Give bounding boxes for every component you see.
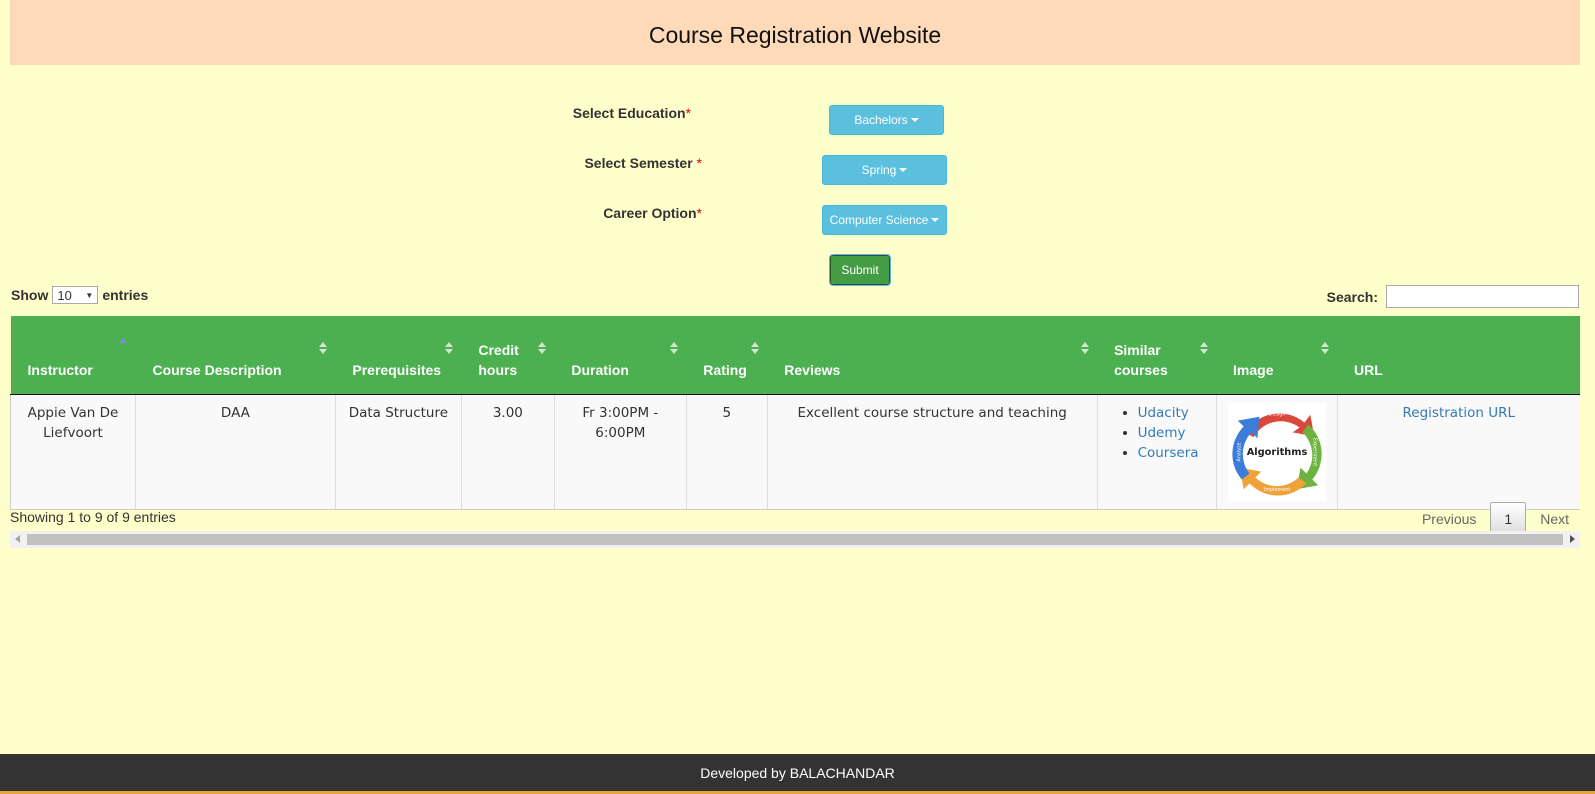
column-header-similar-courses[interactable]: Similar courses	[1097, 316, 1217, 395]
cell-credit-hours: 3.00	[460, 394, 555, 510]
table-row: Appie Van De Liefvoort DAA Data Structur…	[10, 394, 1580, 510]
similar-courses-list: Udacity Udemy Coursera	[1106, 403, 1208, 463]
column-header-label: Similar courses	[1114, 342, 1168, 378]
semester-dropdown[interactable]: Spring	[822, 155, 947, 185]
horizontal-scrollbar[interactable]	[10, 531, 1580, 548]
sort-icon	[445, 342, 454, 354]
page-footer: Developed by BALACHANDAR	[0, 754, 1595, 794]
scroll-right-arrow-icon[interactable]	[1570, 535, 1575, 543]
cell-prerequisites: Data Structure	[334, 394, 462, 510]
entries-length-control: Show 10 ▼ entries	[11, 286, 148, 304]
scrollbar-thumb[interactable]	[27, 534, 1563, 545]
image-center-text: Algorithms	[1246, 447, 1307, 458]
column-header-label: Image	[1233, 362, 1274, 378]
sort-icon	[751, 342, 760, 354]
list-item: Coursera	[1138, 443, 1208, 463]
semester-label: Select Semester *	[560, 155, 702, 171]
select-arrow-icon: ▼	[85, 290, 94, 300]
entries-select-value: 10	[57, 287, 72, 303]
caret-down-icon	[899, 168, 908, 172]
required-marker: *	[696, 155, 702, 171]
column-header-label: Credit hours	[478, 342, 519, 378]
column-header-duration[interactable]: Duration	[554, 316, 687, 395]
page-title: Course Registration Website	[648, 22, 942, 48]
column-header-label: Reviews	[784, 362, 841, 378]
semester-label-text: Select Semester	[584, 155, 697, 171]
column-header-reviews[interactable]: Reviews	[767, 316, 1098, 395]
cell-url: Registration URL	[1336, 394, 1580, 510]
sort-icon	[119, 338, 128, 343]
registration-url-link[interactable]: Registration URL	[1403, 405, 1515, 421]
cell-course-description: DAA	[134, 394, 336, 510]
career-label: Career Option*	[560, 205, 702, 221]
table-header-row: Instructor Course Description Prerequisi…	[10, 316, 1580, 395]
page-header: Course Registration Website	[10, 0, 1580, 65]
search-label: Search:	[1326, 288, 1378, 305]
submit-button[interactable]: Submit	[829, 254, 891, 286]
entries-select[interactable]: 10 ▼	[52, 286, 99, 304]
image-implement-text: Implement	[1263, 487, 1290, 493]
entries-label: entries	[102, 287, 149, 303]
cell-instructor: Appie Van De Liefvoort	[10, 394, 136, 510]
image-analyze-text: Analyze	[1236, 442, 1242, 461]
courses-table: Instructor Course Description Prerequisi…	[10, 316, 1580, 510]
education-dropdown[interactable]: Bachelors	[829, 105, 944, 135]
column-header-credit-hours[interactable]: Credit hours	[461, 316, 555, 395]
column-header-label: Instructor	[27, 362, 93, 378]
required-marker: *	[696, 205, 702, 221]
scroll-left-arrow-icon[interactable]	[15, 535, 20, 543]
table-info: Showing 1 to 9 of 9 entries	[10, 509, 176, 525]
career-label-text: Career Option	[603, 205, 697, 221]
cell-duration: Fr 3:00PM - 6:00PM	[553, 394, 687, 510]
column-header-label: Prerequisites	[352, 362, 442, 378]
image-experiment-text: Experiment	[1311, 438, 1317, 466]
show-label: Show	[11, 287, 49, 303]
footer-text: Developed by BALACHANDAR	[700, 764, 895, 781]
column-header-label: Duration	[571, 362, 629, 378]
cell-reviews: Excellent course structure and teaching	[766, 394, 1098, 510]
cell-rating: 5	[685, 394, 768, 510]
column-header-prerequisites[interactable]: Prerequisites	[335, 316, 462, 395]
column-header-course-description[interactable]: Course Description	[135, 316, 336, 395]
similar-course-link-udacity[interactable]: Udacity	[1138, 405, 1189, 421]
required-marker: *	[685, 105, 691, 121]
education-dropdown-value: Bachelors	[854, 113, 908, 127]
list-item: Udemy	[1138, 423, 1208, 443]
search-input[interactable]	[1386, 285, 1579, 308]
similar-course-link-coursera[interactable]: Coursera	[1138, 445, 1199, 461]
education-label-text: Select Education	[572, 105, 686, 121]
algorithms-cycle-image: Algorithms Design Experiment Implement A…	[1227, 403, 1326, 501]
caret-down-icon	[910, 118, 919, 122]
column-header-label: Rating	[703, 362, 747, 378]
sort-icon	[538, 342, 547, 354]
caret-down-icon	[931, 218, 940, 222]
cell-image: Algorithms Design Experiment Implement A…	[1215, 394, 1338, 510]
career-dropdown[interactable]: Computer Science	[822, 205, 947, 235]
column-header-label: Course Description	[152, 362, 282, 378]
education-label: Select Education*	[560, 105, 691, 121]
column-header-image[interactable]: Image	[1216, 316, 1338, 395]
list-item: Udacity	[1138, 403, 1208, 423]
sort-icon	[1200, 342, 1209, 354]
column-header-label: URL	[1354, 362, 1383, 378]
career-dropdown-value: Computer Science	[829, 213, 929, 227]
column-header-url[interactable]: URL	[1337, 316, 1580, 395]
sort-icon	[1081, 342, 1090, 354]
image-design-text: Design	[1268, 412, 1285, 418]
cell-similar-courses: Udacity Udemy Coursera	[1096, 394, 1217, 510]
sort-icon	[1321, 342, 1330, 354]
column-header-instructor[interactable]: Instructor	[10, 316, 136, 395]
similar-course-link-udemy[interactable]: Udemy	[1138, 425, 1186, 441]
search-control: Search:	[1327, 285, 1579, 308]
column-header-rating[interactable]: Rating	[686, 316, 768, 395]
sort-icon	[319, 342, 328, 354]
sort-icon	[670, 342, 679, 354]
semester-dropdown-value: Spring	[861, 163, 897, 177]
